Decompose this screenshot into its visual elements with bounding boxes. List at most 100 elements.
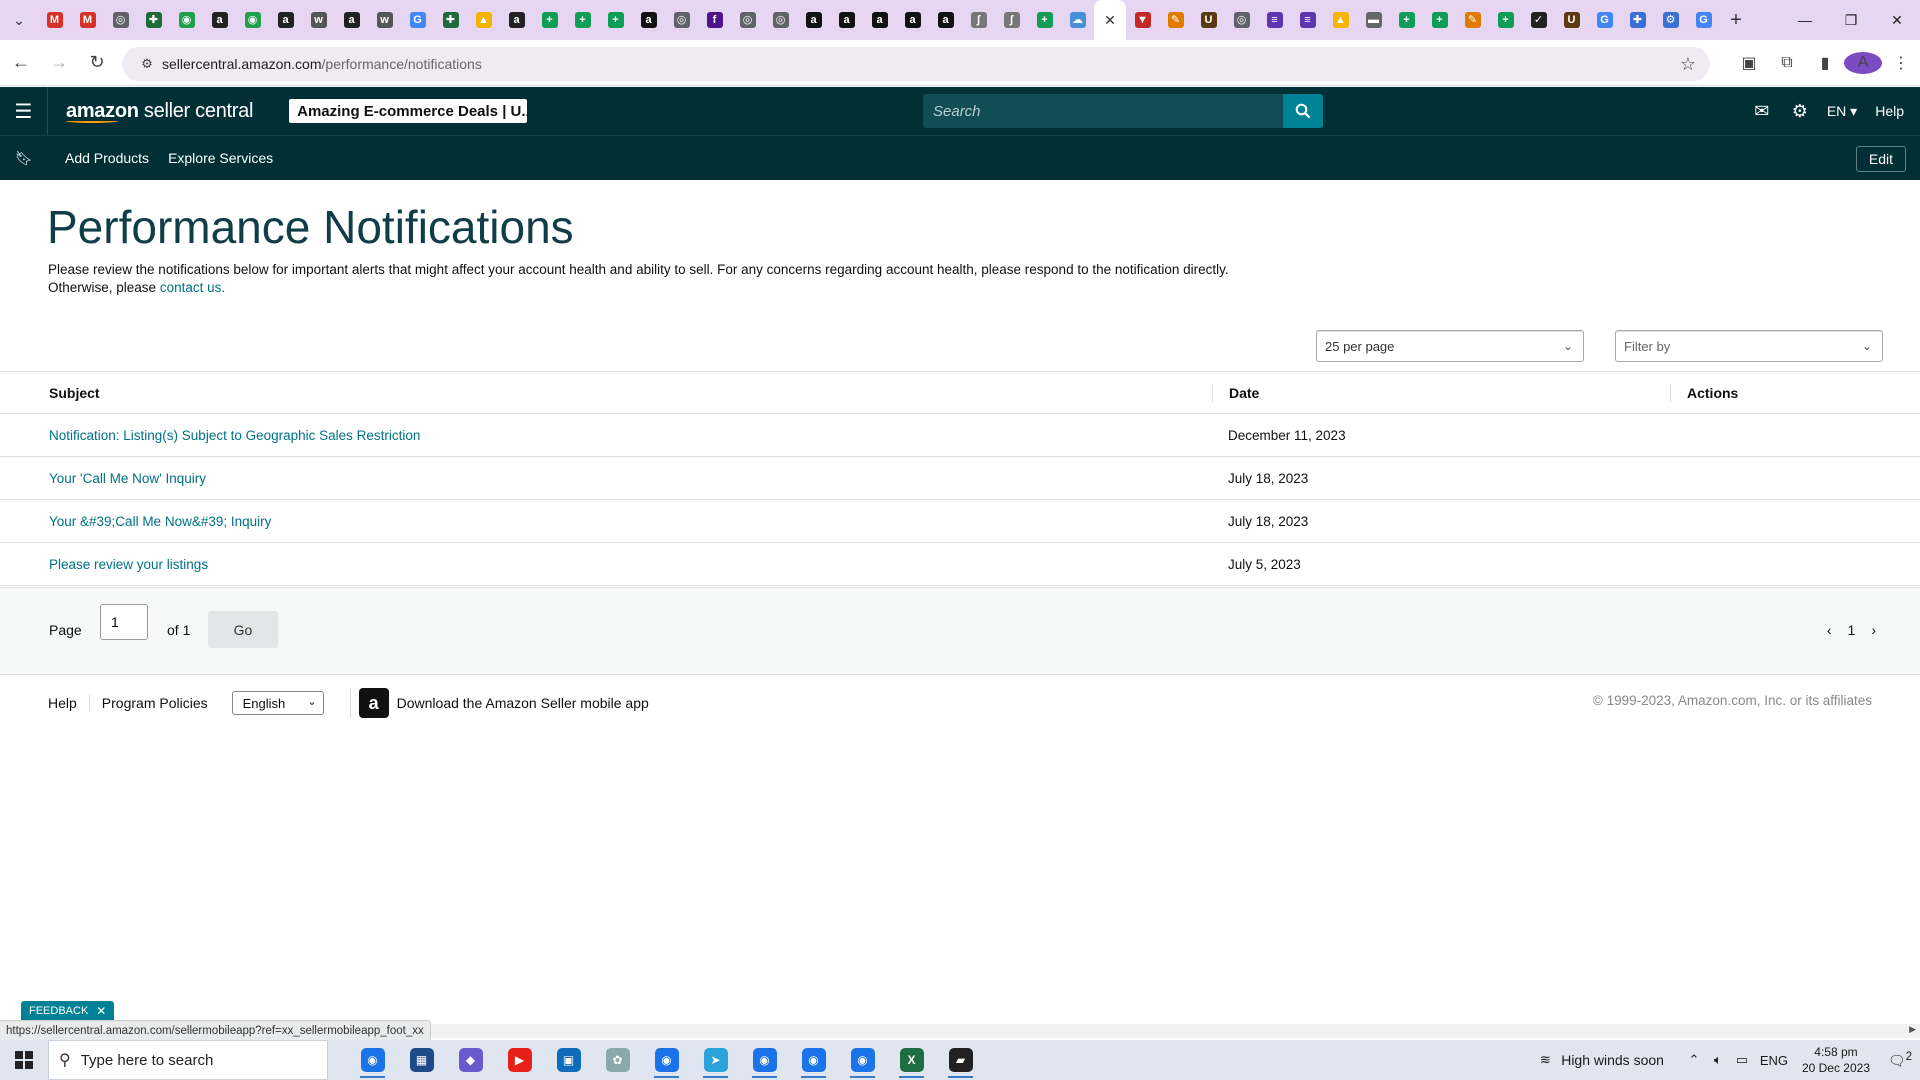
tab-globe[interactable]: ◎ [764,0,797,40]
edit-nav-button[interactable]: Edit [1855,146,1906,172]
forward-arrow-icon[interactable]: → [42,46,76,80]
new-tab-button[interactable]: + [1720,9,1752,32]
taskbar-app-calculator[interactable]: ▦ [397,1040,446,1080]
search-button[interactable] [1283,94,1323,128]
taskbar-app-chrome[interactable]: ◉ [740,1040,789,1080]
language-selector[interactable]: EN ▾ [1819,103,1865,120]
taskbar-app-chrome[interactable]: ◉ [789,1040,838,1080]
store-selector[interactable]: Amazing E-commerce Deals | U... [289,99,528,123]
tab-tool[interactable]: ʃ [995,0,1028,40]
tab-globe[interactable]: ◎ [104,0,137,40]
tab-sheets[interactable]: + [1390,0,1423,40]
tab-forms[interactable]: ≡ [1291,0,1324,40]
tab-sheets[interactable]: + [566,0,599,40]
tab-settings[interactable]: ⚙ [1654,0,1687,40]
tab-amazon[interactable]: a [269,0,302,40]
bookmark-star-icon[interactable]: ☆ [1680,54,1696,75]
taskbar-clock[interactable]: 4:58 pm 20 Dec 2023 [1802,1044,1870,1076]
tab-amazon[interactable]: a [863,0,896,40]
profile-avatar[interactable]: A [1844,52,1882,74]
notification-subject-link[interactable]: Notification: Listing(s) Subject to Geog… [49,428,420,443]
tab-extension[interactable]: ✚ [137,0,170,40]
windows-start-icon[interactable] [0,1040,48,1080]
site-info-icon[interactable]: ⚙ [132,56,162,72]
reload-icon[interactable]: ↻ [80,46,114,80]
minimize-icon[interactable]: — [1782,0,1828,40]
tab-ups[interactable]: U [1555,0,1588,40]
tab-badge[interactable]: ▬ [1357,0,1390,40]
tab-pen[interactable]: ✎ [1456,0,1489,40]
per-page-select[interactable]: 25 per page ⌄ [1316,330,1584,362]
tab-amazon[interactable]: a [896,0,929,40]
tab-flag[interactable]: ▼ [1126,0,1159,40]
previous-page-icon[interactable]: ‹ [1827,622,1832,638]
tab-sheets[interactable]: + [533,0,566,40]
tab-google[interactable]: G [401,0,434,40]
program-policies-link[interactable]: Program Policies [90,695,220,711]
tab-gmail[interactable]: M [71,0,104,40]
hamburger-menu-icon[interactable]: ☰ [0,87,48,135]
tab-globe[interactable]: ◎ [665,0,698,40]
notification-subject-link[interactable]: Your &#39;Call Me Now&#39; Inquiry [49,514,271,529]
tab-amazon[interactable]: a [830,0,863,40]
tab-drive[interactable]: ▲ [467,0,500,40]
current-page-number[interactable]: 1 [1848,622,1856,638]
header-search-input[interactable]: Search [923,94,1284,128]
tab-cloud[interactable]: ☁ [1061,0,1094,40]
download-app-link[interactable]: a Download the Amazon Seller mobile app [349,688,649,718]
active-tab[interactable]: ✕ [1094,0,1126,40]
go-button[interactable]: Go [208,611,278,648]
header-help-link[interactable]: Help [1865,103,1920,119]
footer-help-link[interactable]: Help [48,695,90,711]
notification-subject-link[interactable]: Please review your listings [49,557,208,572]
tab-globe[interactable]: ◎ [1225,0,1258,40]
tray-chevron-up-icon[interactable]: ⌃ [1682,1052,1706,1068]
tab-gmail[interactable]: M [38,0,71,40]
tab-amazon[interactable]: a [203,0,236,40]
settings-gear-icon[interactable]: ⚙ [1781,101,1819,122]
tab-forms[interactable]: ≡ [1258,0,1291,40]
tab-amazon[interactable]: a [929,0,962,40]
tab-drive[interactable]: ▲ [1324,0,1357,40]
bookmark-icon[interactable]: 🔖︎ [0,150,48,167]
back-arrow-icon[interactable]: ← [4,46,38,80]
tab-sheets[interactable]: + [1423,0,1456,40]
notification-center-icon[interactable]: 🗨︎2 [1880,1050,1920,1070]
taskbar-app-store[interactable]: ▣ [544,1040,593,1080]
browser-menu-icon[interactable]: ⋮ [1882,53,1920,73]
close-feedback-icon[interactable]: ✕ [96,1004,106,1018]
tab-extension[interactable]: ✚ [434,0,467,40]
tab-amazon[interactable]: a [632,0,665,40]
close-window-icon[interactable]: ✕ [1874,0,1920,40]
tab-google[interactable]: G [1588,0,1621,40]
scroll-right-icon[interactable]: ▶ [1909,1024,1916,1035]
taskbar-app-chrome[interactable]: ◉ [642,1040,691,1080]
taskbar-app-youtube[interactable]: ▶ [495,1040,544,1080]
add-products-link[interactable]: Add Products [65,150,149,166]
tab-sheets[interactable]: + [1028,0,1061,40]
taskbar-app-chrome[interactable]: ◉ [348,1040,397,1080]
tab-globe[interactable]: ◎ [731,0,764,40]
tab-pen[interactable]: ✎ [1159,0,1192,40]
tab-wix[interactable]: w [302,0,335,40]
taskbar-app-telegram[interactable]: ➤ [691,1040,740,1080]
taskbar-app-copilot[interactable]: ◆ [446,1040,495,1080]
tab-tool[interactable]: ʃ [962,0,995,40]
volume-icon[interactable]: 🔈︎ [1706,1052,1730,1068]
network-icon[interactable]: ▭ [1730,1052,1754,1068]
close-tab-icon[interactable]: ✕ [1102,12,1118,28]
footer-language-select[interactable]: English ⌄ [231,691,324,715]
tab-amazon[interactable]: a [500,0,533,40]
tab-extension[interactable]: ✚ [1621,0,1654,40]
tab-sheets[interactable]: + [599,0,632,40]
tab-shop[interactable]: ◉ [236,0,269,40]
tab-check[interactable]: ✓ [1522,0,1555,40]
extension-off-icon[interactable]: ▣ [1730,53,1768,73]
taskbar-app-sticky-notes[interactable]: ▰ [936,1040,985,1080]
tab-wix[interactable]: w [368,0,401,40]
contact-us-link[interactable]: contact us. [160,280,225,295]
taskbar-app-paint[interactable]: ✿ [593,1040,642,1080]
tab-ups[interactable]: U [1192,0,1225,40]
tab-google[interactable]: G [1687,0,1720,40]
tab-amazon[interactable]: a [797,0,830,40]
